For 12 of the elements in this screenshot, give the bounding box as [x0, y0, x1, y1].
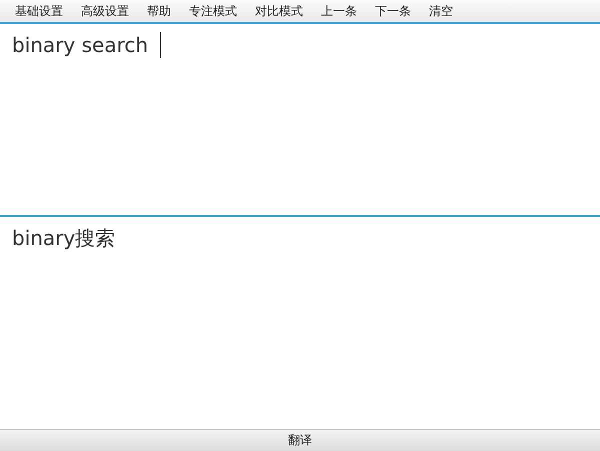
menu-item[interactable]: 上一条	[312, 0, 366, 22]
translation-output: binary搜索	[12, 225, 116, 252]
menu-item[interactable]: 对比模式	[246, 0, 312, 22]
text-cursor-icon	[160, 32, 162, 58]
menu-item[interactable]: 帮助	[138, 0, 180, 22]
menu-item[interactable]: 高级设置	[72, 0, 138, 22]
menu-item[interactable]: 下一条	[366, 0, 420, 22]
menu-item[interactable]: 清空	[420, 0, 462, 22]
source-text-field[interactable]: binary search	[12, 32, 162, 58]
translate-button[interactable]: 翻译	[0, 429, 600, 451]
menu-item[interactable]: 基础设置	[6, 0, 72, 22]
menu-item[interactable]: 专注模式	[180, 0, 246, 22]
